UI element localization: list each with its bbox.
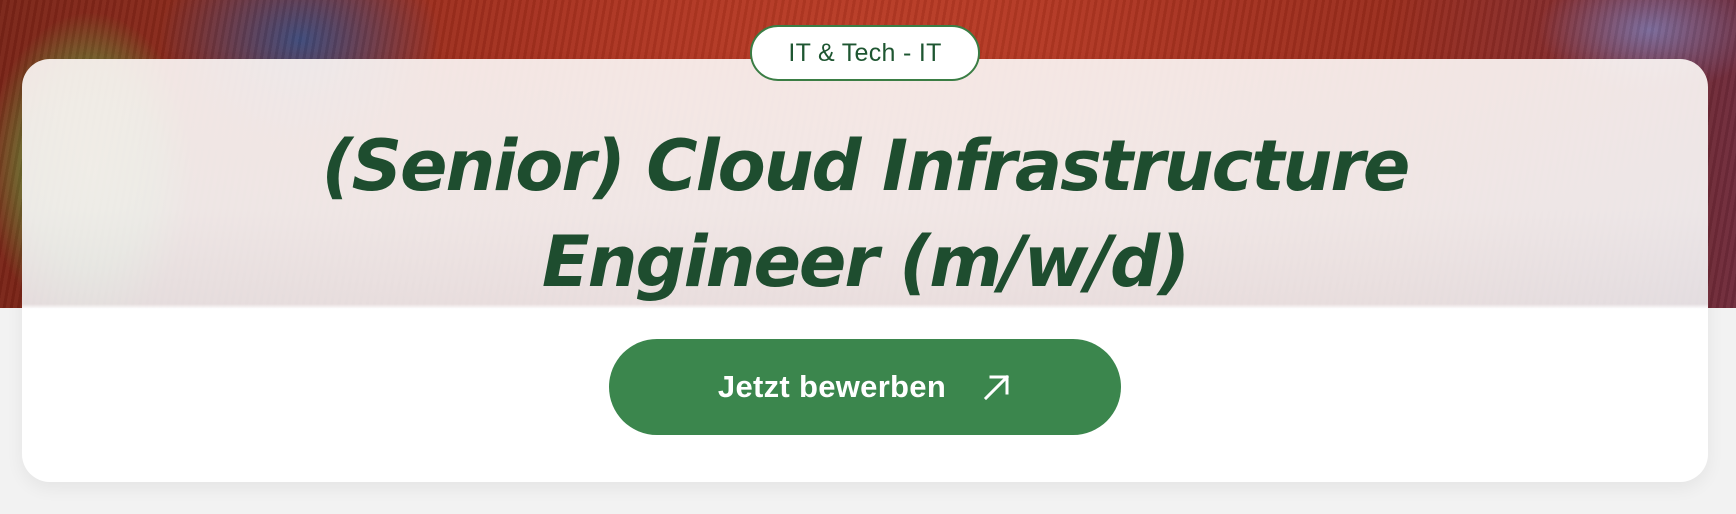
apply-now-button[interactable]: Jetzt bewerben [609,339,1121,435]
category-badge: IT & Tech - IT [750,25,980,81]
category-label: IT & Tech - IT [788,38,942,67]
job-title: (Senior) Cloud Infrastructure Engineer (… [22,118,1708,310]
apply-now-label: Jetzt bewerben [717,369,947,404]
job-title-line-1: (Senior) Cloud Infrastructure [321,125,1411,207]
arrow-up-right-icon [982,372,1012,402]
job-title-line-2: Engineer (m/w/d) [541,221,1190,303]
